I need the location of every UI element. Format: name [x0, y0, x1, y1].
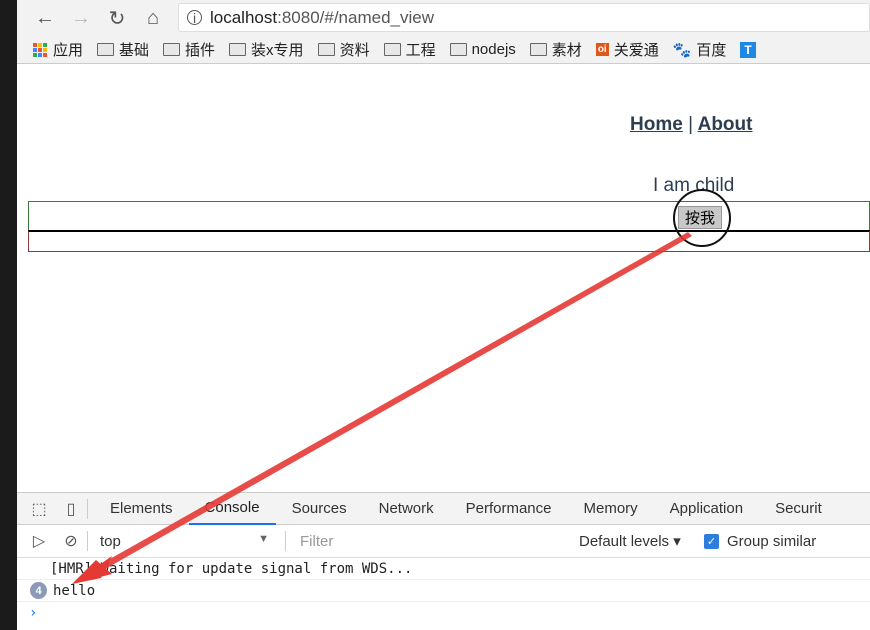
divider: [285, 531, 286, 551]
dropdown-arrow-icon: ▼: [258, 532, 269, 545]
bookmark-folder[interactable]: 装x专用: [229, 39, 304, 60]
divider: [87, 498, 88, 519]
bookmark-folder[interactable]: 插件: [163, 39, 215, 60]
page-content: Home | About I am child 按我: [17, 64, 870, 492]
devtools-panel: ⬚ ▯ Elements Console Sources Network Per…: [17, 492, 870, 630]
console-prompt[interactable]: ›: [17, 602, 870, 624]
cursor-highlight-icon: [673, 189, 731, 247]
context-select[interactable]: top ▼: [94, 533, 279, 550]
inspect-icon[interactable]: ⬚: [29, 499, 49, 519]
reload-icon[interactable]: ↻: [99, 6, 135, 31]
named-view-box: [28, 201, 870, 232]
tab-elements[interactable]: Elements: [94, 493, 189, 525]
levels-dropdown[interactable]: Default levels ▾: [579, 532, 681, 550]
url-host: localhost: [210, 7, 278, 27]
forward-icon[interactable]: →: [63, 7, 99, 30]
home-icon[interactable]: ⌂: [135, 7, 171, 30]
divider: [87, 531, 88, 551]
folder-icon: [229, 43, 247, 56]
bookmark-guanaitong[interactable]: oi 关爱通: [595, 39, 659, 60]
apps-icon: [33, 42, 47, 57]
bookmark-apps[interactable]: 应用: [33, 39, 83, 60]
browser-window: ← → ↻ ⌂ i localhost:8080/#/named_view 应用…: [17, 0, 870, 630]
clear-console-icon[interactable]: ⊘: [61, 531, 81, 551]
bookmarks-bar: 应用 基础 插件 装x专用 资料 工程 nodejs 素材 oi 关爱通 🐾 百度 …: [17, 36, 870, 64]
tab-application[interactable]: Application: [654, 493, 759, 525]
filter-input[interactable]: Filter: [300, 533, 333, 550]
bookmark-folder[interactable]: 素材: [529, 39, 582, 60]
t-icon: T: [740, 41, 756, 58]
folder-icon: [163, 43, 181, 56]
bookmark-baidu[interactable]: 🐾 百度: [673, 39, 727, 60]
folder-icon: [449, 43, 467, 56]
info-icon[interactable]: i: [187, 10, 202, 26]
console-message: [HMR] Waiting for update signal from WDS…: [17, 558, 870, 580]
url-path: :8080/#/named_view: [277, 7, 434, 27]
devtools-tabs: ⬚ ▯ Elements Console Sources Network Per…: [17, 493, 870, 525]
about-link[interactable]: About: [698, 114, 753, 135]
named-view-box-2: [28, 230, 870, 252]
folder-icon: [383, 43, 401, 56]
bookmark-folder[interactable]: nodejs: [449, 41, 516, 58]
console-toolbar: ▷ ⊘ top ▼ Filter Default levels ▾ ✓ Group …: [17, 525, 870, 558]
baidu-paw-icon: 🐾: [672, 41, 692, 59]
tab-network[interactable]: Network: [363, 493, 450, 525]
bookmark-folder[interactable]: 工程: [383, 39, 436, 60]
guanaitong-icon: oi: [595, 43, 609, 56]
back-icon[interactable]: ←: [27, 7, 63, 30]
tab-performance[interactable]: Performance: [450, 493, 568, 525]
console-message: 4 hello: [17, 580, 870, 602]
address-bar[interactable]: i localhost:8080/#/named_view: [178, 3, 870, 32]
sidebar-toggle-icon[interactable]: ▷: [29, 531, 49, 551]
bookmark-overflow[interactable]: T: [740, 41, 756, 58]
group-similar-checkbox[interactable]: ✓ Group similar: [704, 533, 816, 550]
checkbox-checked-icon: ✓: [704, 533, 719, 549]
tab-security[interactable]: Securit: [759, 493, 838, 525]
folder-icon: [529, 43, 547, 56]
nav-links: Home | About: [630, 114, 752, 136]
folder-icon: [97, 43, 115, 56]
tab-memory[interactable]: Memory: [568, 493, 654, 525]
home-link[interactable]: Home: [630, 114, 683, 135]
bookmark-folder[interactable]: 基础: [97, 39, 149, 60]
tab-console[interactable]: Console: [188, 493, 276, 525]
browser-toolbar: ← → ↻ ⌂ i localhost:8080/#/named_view: [17, 0, 870, 36]
repeat-count-badge: 4: [30, 582, 47, 599]
bookmark-folder[interactable]: 资料: [317, 39, 370, 60]
tab-sources[interactable]: Sources: [276, 493, 363, 525]
device-toggle-icon[interactable]: ▯: [61, 499, 81, 519]
folder-icon: [317, 43, 335, 56]
nav-separator: |: [688, 114, 694, 135]
